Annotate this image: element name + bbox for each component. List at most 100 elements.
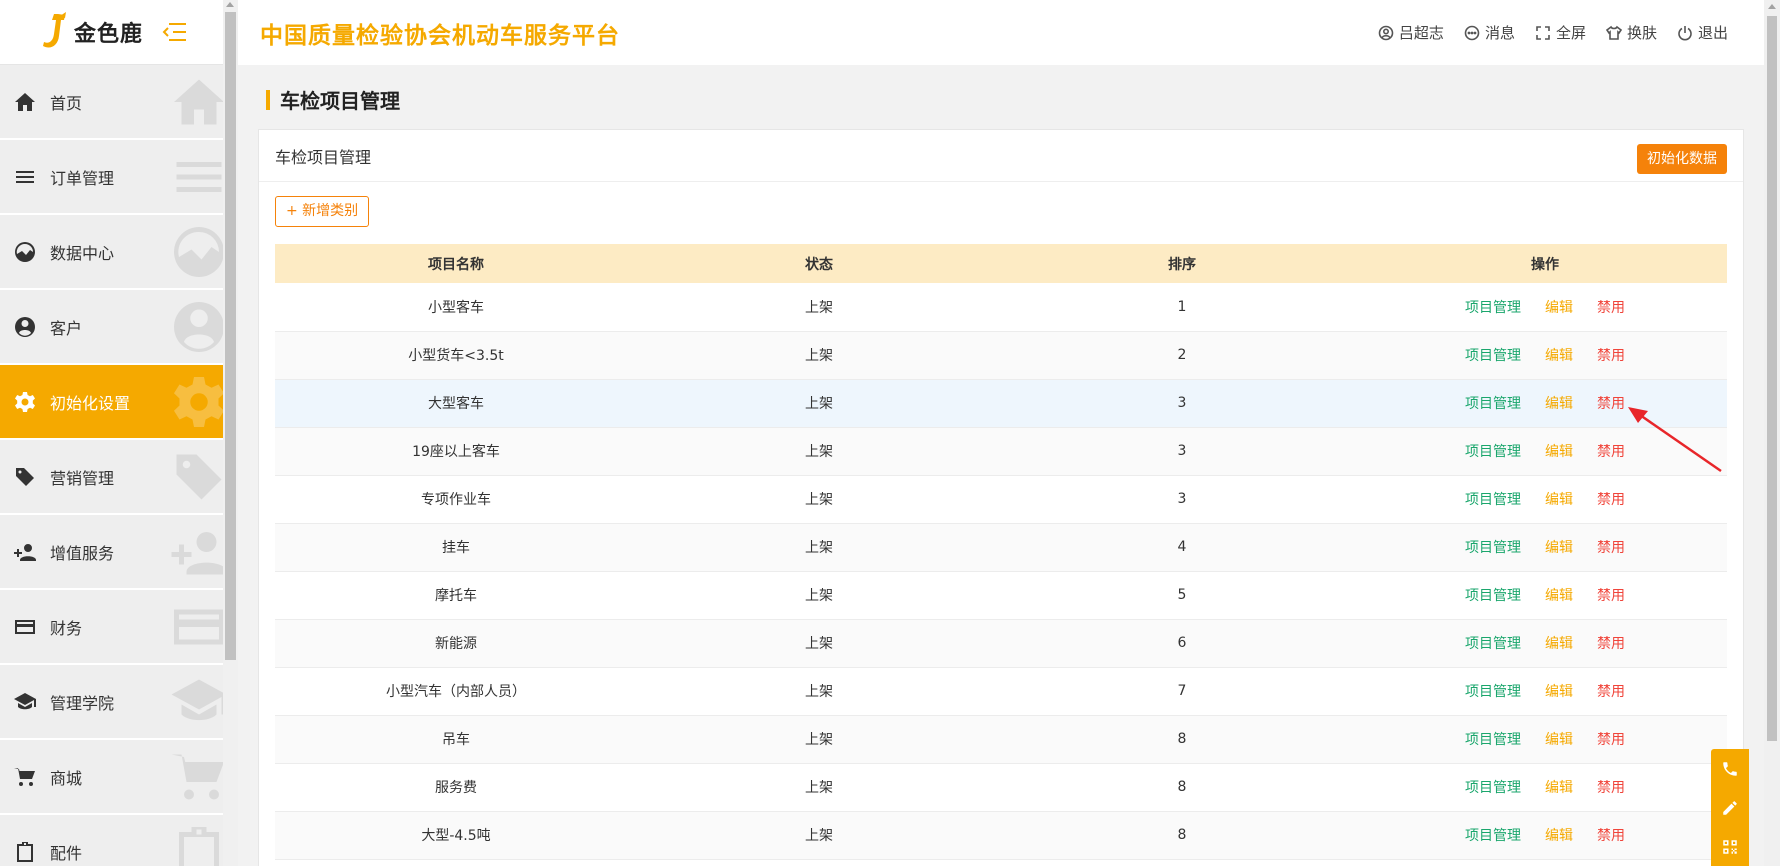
sidebar-item-parts[interactable]: 配件 [0,815,223,866]
edit-link[interactable]: 编辑 [1545,732,1573,748]
edit-link[interactable]: 编辑 [1545,780,1573,796]
sidebar-item-mall[interactable]: 商城 [0,740,223,815]
qrcode-button[interactable] [1711,827,1749,866]
manage-project-link[interactable]: 项目管理 [1465,300,1521,316]
cell-sort: 5 [1001,571,1363,620]
disable-link[interactable]: 禁用 [1597,348,1625,364]
cell-sort: 6 [1001,619,1363,668]
manage-project-link[interactable]: 项目管理 [1465,732,1521,748]
edit-link[interactable]: 编辑 [1545,636,1573,652]
cell-status: 上架 [637,763,1001,812]
disable-link[interactable]: 禁用 [1597,540,1625,556]
sidebar-item-home[interactable]: 首页 [0,65,223,140]
manage-project-link[interactable]: 项目管理 [1465,492,1521,508]
edit-link[interactable]: 编辑 [1545,492,1573,508]
manage-project-link[interactable]: 项目管理 [1465,348,1521,364]
floating-toolbar [1711,749,1749,866]
scroll-up-arrow-icon[interactable] [1768,4,1776,9]
manage-project-link[interactable]: 项目管理 [1465,636,1521,652]
page-scrollbar-thumb[interactable] [1767,16,1777,741]
cell-actions: 项目管理 编辑 禁用 [1363,811,1727,860]
disable-link[interactable]: 禁用 [1597,492,1625,508]
cell-actions: 项目管理 编辑 禁用 [1363,619,1727,668]
cell-sort: 3 [1001,379,1363,428]
clipboard-icon [12,839,38,865]
sidebar-scrollbar[interactable] [223,0,238,866]
disable-link[interactable]: 禁用 [1597,684,1625,700]
init-data-button[interactable]: 初始化数据 [1637,144,1727,174]
cell-status: 上架 [637,811,1001,860]
edit-link[interactable]: 编辑 [1545,540,1573,556]
menu-toggle-icon[interactable] [161,21,187,43]
cell-status: 上架 [637,523,1001,572]
cell-status: 上架 [637,379,1001,428]
skin-button[interactable]: 换肤 [1605,22,1657,43]
disable-link[interactable]: 禁用 [1597,732,1625,748]
sidebar-item-orders[interactable]: 订单管理 [0,140,223,215]
manage-project-link[interactable]: 项目管理 [1465,444,1521,460]
edit-link[interactable]: 编辑 [1545,396,1573,412]
fullscreen-button[interactable]: 全屏 [1535,22,1586,43]
sidebar-item-marketing[interactable]: 营销管理 [0,440,223,515]
edit-link[interactable]: 编辑 [1545,348,1573,364]
sidebar-item-label: 营销管理 [50,468,115,488]
disable-link[interactable]: 禁用 [1597,780,1625,796]
disable-link[interactable]: 禁用 [1597,396,1625,412]
cell-name: 大型-4.5吨 [275,811,637,860]
disable-link[interactable]: 禁用 [1597,588,1625,604]
table-row: 专项作业车 上架 3 项目管理 编辑 禁用 [275,475,1727,524]
scroll-up-arrow-icon[interactable] [226,2,234,7]
cell-status: 上架 [637,571,1001,620]
card-header: 车检项目管理 初始化数据 [259,130,1743,182]
gear-icon [169,372,223,432]
edit-link[interactable]: 编辑 [1545,588,1573,604]
table-row: 大型客车 上架 3 项目管理 编辑 禁用 [275,379,1727,428]
page-scrollbar[interactable] [1764,0,1780,866]
add-category-button[interactable]: + 新增类别 [275,196,370,227]
edit-link[interactable]: 编辑 [1545,684,1573,700]
logout-button[interactable]: 退出 [1677,22,1728,43]
column-header-name: 项目名称 [275,244,637,283]
phone-button[interactable] [1711,749,1749,788]
manage-project-link[interactable]: 项目管理 [1465,780,1521,796]
edit-link[interactable]: 编辑 [1545,444,1573,460]
cell-actions: 项目管理 编辑 禁用 [1363,667,1727,716]
cell-sort: 8 [1001,763,1363,812]
manage-project-link[interactable]: 项目管理 [1465,828,1521,844]
sidebar-item-label: 增值服务 [50,543,115,563]
sidebar-scrollbar-thumb[interactable] [225,12,236,660]
cell-name: 挂车 [275,523,637,572]
skin-label: 换肤 [1626,24,1657,42]
sidebar-item-academy[interactable]: 管理学院 [0,665,223,740]
messages-label: 消息 [1484,24,1515,42]
cell-sort: 8 [1001,811,1363,860]
cell-actions: 项目管理 编辑 禁用 [1363,427,1727,476]
edit-button[interactable] [1711,788,1749,827]
manage-project-link[interactable]: 项目管理 [1465,396,1521,412]
header-actions: 吕超志 消息 全屏 换肤 退出 [1358,0,1728,65]
table-row: 小型汽车（内部人员） 上架 7 项目管理 编辑 禁用 [275,667,1727,716]
manage-project-link[interactable]: 项目管理 [1465,588,1521,604]
sidebar-item-finance[interactable]: 财务 [0,590,223,665]
sidebar-item-data-center[interactable]: 数据中心 [0,215,223,290]
sidebar-item-value-added[interactable]: 增值服务 [0,515,223,590]
manage-project-link[interactable]: 项目管理 [1465,684,1521,700]
main-content: 车检项目管理 车检项目管理 初始化数据 + 新增类别 项目名称 状态 排序 操作… [238,65,1764,866]
sidebar-item-customer[interactable]: 客户 [0,290,223,365]
list-icon [169,147,223,207]
content-card: 车检项目管理 初始化数据 + 新增类别 项目名称 状态 排序 操作 小型客车 上架… [258,129,1744,866]
messages-button[interactable]: 消息 [1464,22,1515,43]
cell-status: 上架 [637,283,1001,332]
manage-project-link[interactable]: 项目管理 [1465,540,1521,556]
disable-link[interactable]: 禁用 [1597,636,1625,652]
disable-link[interactable]: 禁用 [1597,444,1625,460]
card-title: 车检项目管理 [275,148,372,167]
edit-link[interactable]: 编辑 [1545,300,1573,316]
cell-actions: 项目管理 编辑 禁用 [1363,379,1727,428]
disable-link[interactable]: 禁用 [1597,828,1625,844]
disable-link[interactable]: 禁用 [1597,300,1625,316]
sidebar-item-init-settings[interactable]: 初始化设置 [0,365,223,440]
add-user-icon [169,522,223,582]
edit-link[interactable]: 编辑 [1545,828,1573,844]
user-menu[interactable]: 吕超志 [1378,22,1444,43]
